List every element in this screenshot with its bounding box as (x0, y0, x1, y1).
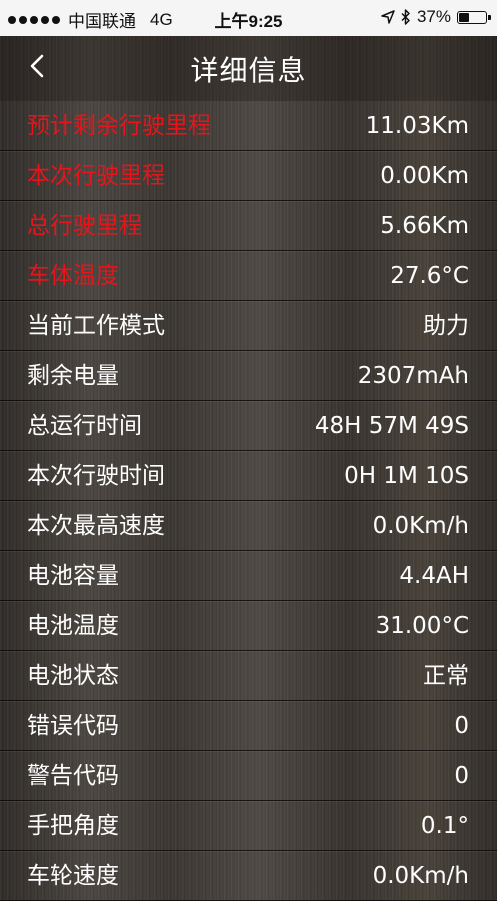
item-label: 车体温度 (27, 263, 119, 289)
item-value: 4.4AH (399, 563, 469, 589)
item-label: 电池容量 (27, 563, 119, 589)
battery-fill (459, 12, 469, 22)
item-label: 手把角度 (27, 813, 119, 839)
item-value: 0.0Km/h (372, 863, 469, 889)
nav-bar: 详细信息 (0, 36, 497, 101)
battery-percent: 37% (416, 7, 451, 26)
item-value: 0.00Km (380, 163, 469, 189)
item-label: 警告代码 (27, 763, 119, 789)
list-item: 总行驶里程 5.66Km (0, 201, 497, 251)
page-title: 详细信息 (190, 54, 307, 87)
list-item: 预计剩余行驶里程 11.03Km (0, 101, 497, 151)
list-item: 电池温度 31.00°C (0, 601, 497, 651)
item-value: 2307mAh (357, 363, 469, 389)
list-item: 警告代码 0 (0, 751, 497, 801)
list-item: 电池状态 正常 (0, 651, 497, 701)
item-value: 48H 57M 49S (314, 413, 469, 439)
status-bar: 中国联通 4G 上午9:25 37% (0, 0, 497, 36)
item-value: 0 (454, 763, 469, 789)
status-right: 37% (381, 7, 491, 27)
list-item: 错误代码 0 (0, 701, 497, 751)
item-value: 0H 1M 10S (344, 463, 469, 489)
list-item: 当前工作模式 助力 (0, 301, 497, 351)
list-item: 剩余电量 2307mAh (0, 351, 497, 401)
list-item: 车体温度 27.6°C (0, 251, 497, 301)
item-label: 本次行驶时间 (27, 463, 165, 489)
item-label: 本次行驶里程 (27, 163, 165, 189)
battery-icon (457, 10, 491, 24)
item-label: 当前工作模式 (27, 313, 165, 339)
detail-list: 预计剩余行驶里程 11.03Km 本次行驶里程 0.00Km 总行驶里程 5.66Km 车体… (0, 101, 497, 901)
list-item: 总运行时间 48H 57M 49S (0, 401, 497, 451)
item-label: 错误代码 (27, 713, 119, 739)
list-item: 手把角度 0.1° (0, 801, 497, 851)
item-label: 电池温度 (27, 613, 119, 639)
item-value: 11.03Km (365, 113, 469, 139)
item-label: 本次最高速度 (27, 513, 165, 539)
item-label: 车轮速度 (27, 863, 119, 889)
item-value: 0 (454, 713, 469, 739)
item-label: 总行驶里程 (27, 213, 142, 239)
item-value: 27.6°C (390, 263, 469, 289)
list-item: 电池容量 4.4AH (0, 551, 497, 601)
list-item: 本次行驶里程 0.00Km (0, 151, 497, 201)
item-value: 31.00°C (375, 613, 469, 639)
item-value: 5.66Km (380, 213, 469, 239)
item-label: 剩余电量 (27, 363, 119, 389)
item-label: 电池状态 (27, 663, 119, 689)
item-label: 总运行时间 (27, 413, 142, 439)
item-value: 助力 (423, 313, 469, 339)
item-value: 正常 (423, 663, 469, 689)
list-item: 本次行驶时间 0H 1M 10S (0, 451, 497, 501)
item-label: 预计剩余行驶里程 (27, 113, 211, 139)
list-item: 车轮速度 0.0Km/h (0, 851, 497, 901)
location-arrow-icon (381, 10, 395, 24)
item-value: 0.0Km/h (372, 513, 469, 539)
bluetooth-icon (401, 9, 410, 25)
item-value: 0.1° (420, 813, 469, 839)
list-item: 本次最高速度 0.0Km/h (0, 501, 497, 551)
